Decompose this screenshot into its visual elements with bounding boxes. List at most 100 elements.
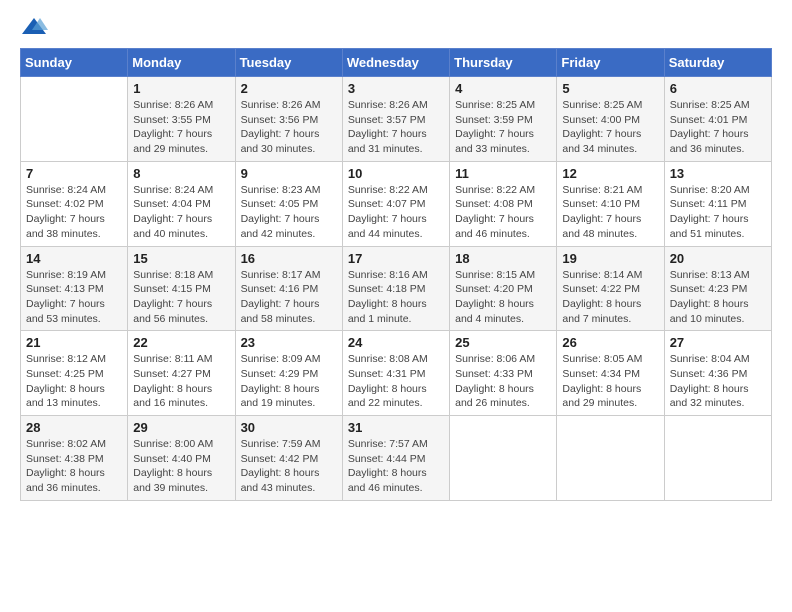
sunset-text: Sunset: 3:56 PM [241,114,319,126]
calendar-cell: 24 Sunrise: 8:08 AM Sunset: 4:31 PM Dayl… [342,331,449,416]
sunset-text: Sunset: 4:16 PM [241,283,319,295]
day-details: Sunrise: 8:26 AM Sunset: 3:55 PM Dayligh… [133,98,229,157]
sunset-text: Sunset: 3:57 PM [348,114,426,126]
sunset-text: Sunset: 4:27 PM [133,368,211,380]
day-number: 26 [562,335,658,350]
sunrise-text: Sunrise: 8:26 AM [348,99,428,111]
logo [20,16,52,38]
day-details: Sunrise: 8:25 AM Sunset: 4:01 PM Dayligh… [670,98,766,157]
day-details: Sunrise: 8:09 AM Sunset: 4:29 PM Dayligh… [241,352,337,411]
day-details: Sunrise: 8:17 AM Sunset: 4:16 PM Dayligh… [241,268,337,327]
calendar-cell [557,416,664,501]
sunset-text: Sunset: 4:05 PM [241,198,319,210]
calendar-cell: 28 Sunrise: 8:02 AM Sunset: 4:38 PM Dayl… [21,416,128,501]
daylight-text: Daylight: 7 hours and 40 minutes. [133,213,212,240]
calendar-cell: 27 Sunrise: 8:04 AM Sunset: 4:36 PM Dayl… [664,331,771,416]
sunrise-text: Sunrise: 8:08 AM [348,353,428,365]
day-number: 1 [133,81,229,96]
weekday-header-row: SundayMondayTuesdayWednesdayThursdayFrid… [21,49,772,77]
logo-icon [20,16,48,38]
day-number: 9 [241,166,337,181]
sunset-text: Sunset: 4:40 PM [133,453,211,465]
sunrise-text: Sunrise: 8:15 AM [455,269,535,281]
weekday-header-thursday: Thursday [450,49,557,77]
sunrise-text: Sunrise: 8:02 AM [26,438,106,450]
sunset-text: Sunset: 4:38 PM [26,453,104,465]
day-details: Sunrise: 7:59 AM Sunset: 4:42 PM Dayligh… [241,437,337,496]
calendar-cell: 14 Sunrise: 8:19 AM Sunset: 4:13 PM Dayl… [21,246,128,331]
sunrise-text: Sunrise: 8:17 AM [241,269,321,281]
daylight-text: Daylight: 8 hours and 16 minutes. [133,383,212,410]
calendar-week-3: 14 Sunrise: 8:19 AM Sunset: 4:13 PM Dayl… [21,246,772,331]
day-details: Sunrise: 8:14 AM Sunset: 4:22 PM Dayligh… [562,268,658,327]
day-details: Sunrise: 8:15 AM Sunset: 4:20 PM Dayligh… [455,268,551,327]
calendar-cell: 1 Sunrise: 8:26 AM Sunset: 3:55 PM Dayli… [128,77,235,162]
weekday-header-wednesday: Wednesday [342,49,449,77]
day-number: 2 [241,81,337,96]
daylight-text: Daylight: 7 hours and 33 minutes. [455,128,534,155]
sunrise-text: Sunrise: 8:26 AM [133,99,213,111]
sunset-text: Sunset: 4:07 PM [348,198,426,210]
calendar-week-2: 7 Sunrise: 8:24 AM Sunset: 4:02 PM Dayli… [21,161,772,246]
sunset-text: Sunset: 4:11 PM [670,198,747,210]
daylight-text: Daylight: 7 hours and 53 minutes. [26,298,105,325]
daylight-text: Daylight: 8 hours and 7 minutes. [562,298,641,325]
day-number: 10 [348,166,444,181]
day-number: 31 [348,420,444,435]
sunrise-text: Sunrise: 8:06 AM [455,353,535,365]
daylight-text: Daylight: 7 hours and 44 minutes. [348,213,427,240]
day-details: Sunrise: 8:19 AM Sunset: 4:13 PM Dayligh… [26,268,122,327]
calendar-cell: 22 Sunrise: 8:11 AM Sunset: 4:27 PM Dayl… [128,331,235,416]
day-number: 29 [133,420,229,435]
day-details: Sunrise: 8:11 AM Sunset: 4:27 PM Dayligh… [133,352,229,411]
sunrise-text: Sunrise: 8:20 AM [670,184,750,196]
calendar-cell: 16 Sunrise: 8:17 AM Sunset: 4:16 PM Dayl… [235,246,342,331]
sunrise-text: Sunrise: 8:22 AM [455,184,535,196]
day-details: Sunrise: 8:00 AM Sunset: 4:40 PM Dayligh… [133,437,229,496]
sunset-text: Sunset: 4:25 PM [26,368,104,380]
calendar-cell: 18 Sunrise: 8:15 AM Sunset: 4:20 PM Dayl… [450,246,557,331]
sunrise-text: Sunrise: 8:13 AM [670,269,750,281]
day-details: Sunrise: 7:57 AM Sunset: 4:44 PM Dayligh… [348,437,444,496]
sunrise-text: Sunrise: 8:05 AM [562,353,642,365]
sunrise-text: Sunrise: 8:11 AM [133,353,212,365]
daylight-text: Daylight: 7 hours and 58 minutes. [241,298,320,325]
calendar-cell: 13 Sunrise: 8:20 AM Sunset: 4:11 PM Dayl… [664,161,771,246]
day-number: 8 [133,166,229,181]
sunrise-text: Sunrise: 8:12 AM [26,353,106,365]
calendar-cell: 25 Sunrise: 8:06 AM Sunset: 4:33 PM Dayl… [450,331,557,416]
calendar-cell: 17 Sunrise: 8:16 AM Sunset: 4:18 PM Dayl… [342,246,449,331]
sunset-text: Sunset: 4:18 PM [348,283,426,295]
daylight-text: Daylight: 7 hours and 48 minutes. [562,213,641,240]
sunrise-text: Sunrise: 8:19 AM [26,269,106,281]
calendar-cell: 10 Sunrise: 8:22 AM Sunset: 4:07 PM Dayl… [342,161,449,246]
calendar-cell: 15 Sunrise: 8:18 AM Sunset: 4:15 PM Dayl… [128,246,235,331]
day-details: Sunrise: 8:23 AM Sunset: 4:05 PM Dayligh… [241,183,337,242]
sunrise-text: Sunrise: 7:57 AM [348,438,428,450]
sunrise-text: Sunrise: 8:09 AM [241,353,321,365]
daylight-text: Daylight: 8 hours and 10 minutes. [670,298,749,325]
calendar-table: SundayMondayTuesdayWednesdayThursdayFrid… [20,48,772,501]
calendar-cell: 31 Sunrise: 7:57 AM Sunset: 4:44 PM Dayl… [342,416,449,501]
calendar-cell [21,77,128,162]
day-details: Sunrise: 8:02 AM Sunset: 4:38 PM Dayligh… [26,437,122,496]
day-details: Sunrise: 8:18 AM Sunset: 4:15 PM Dayligh… [133,268,229,327]
day-number: 5 [562,81,658,96]
daylight-text: Daylight: 7 hours and 36 minutes. [670,128,749,155]
calendar-cell: 5 Sunrise: 8:25 AM Sunset: 4:00 PM Dayli… [557,77,664,162]
daylight-text: Daylight: 8 hours and 19 minutes. [241,383,320,410]
day-details: Sunrise: 8:12 AM Sunset: 4:25 PM Dayligh… [26,352,122,411]
daylight-text: Daylight: 7 hours and 46 minutes. [455,213,534,240]
day-number: 27 [670,335,766,350]
daylight-text: Daylight: 8 hours and 26 minutes. [455,383,534,410]
sunset-text: Sunset: 4:02 PM [26,198,104,210]
day-details: Sunrise: 8:25 AM Sunset: 4:00 PM Dayligh… [562,98,658,157]
day-number: 11 [455,166,551,181]
sunrise-text: Sunrise: 8:25 AM [562,99,642,111]
sunset-text: Sunset: 4:00 PM [562,114,640,126]
day-number: 24 [348,335,444,350]
sunset-text: Sunset: 4:15 PM [133,283,211,295]
weekday-header-monday: Monday [128,49,235,77]
daylight-text: Daylight: 8 hours and 29 minutes. [562,383,641,410]
sunset-text: Sunset: 3:55 PM [133,114,211,126]
